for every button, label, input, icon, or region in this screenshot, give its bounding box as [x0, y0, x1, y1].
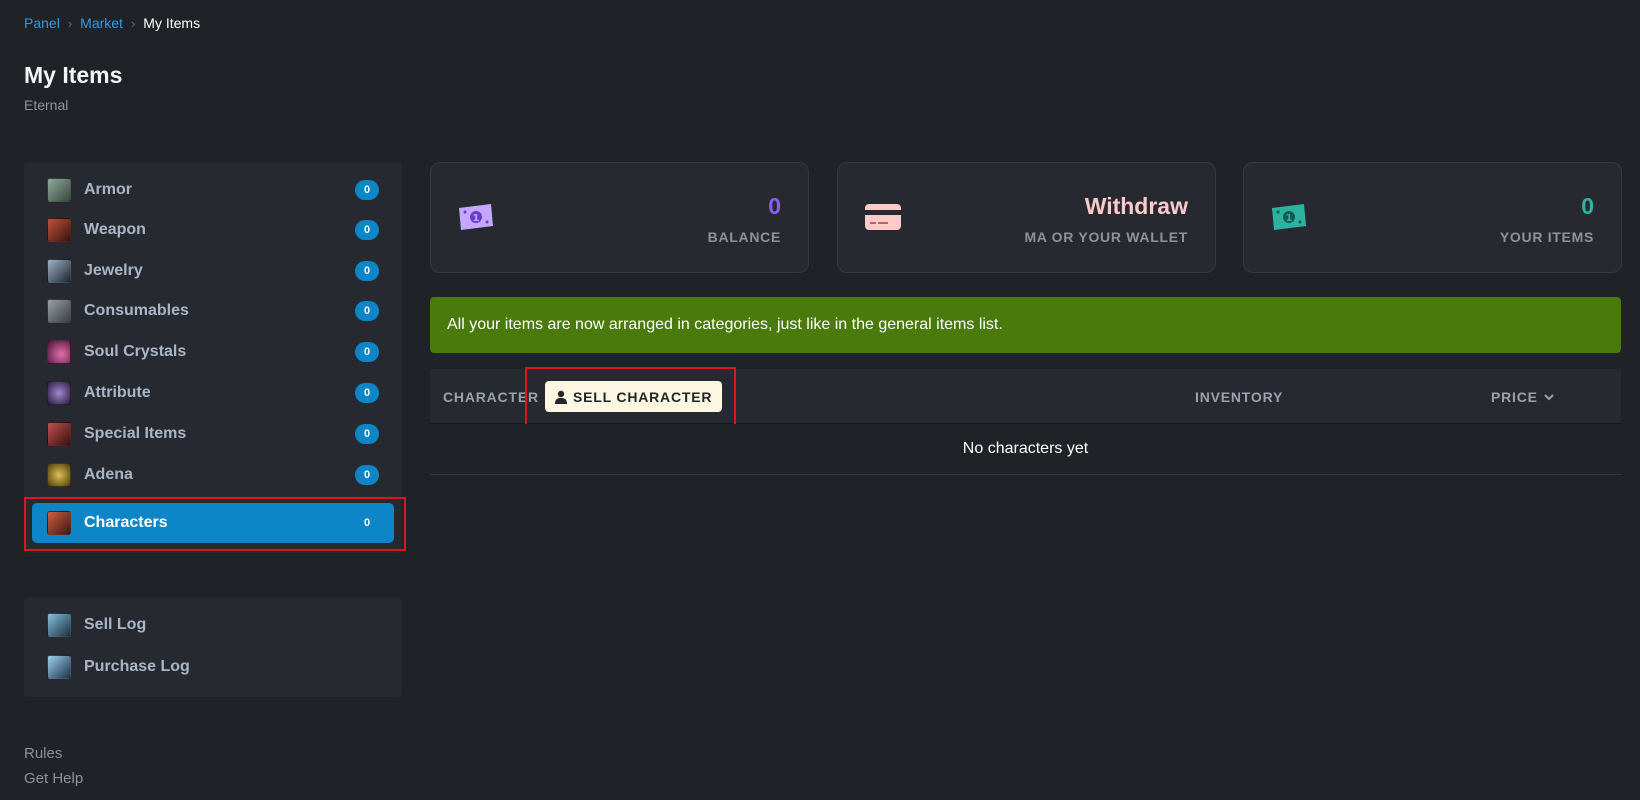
chevron-down-icon [1544, 393, 1554, 400]
count-badge: 0 [355, 465, 379, 485]
column-inventory: INVENTORY [1195, 389, 1284, 405]
category-sidebar: Armor 0 Weapon 0 Jewelry 0 Consumables 0… [24, 162, 402, 553]
withdraw-label: MA OR YOUR WALLET [1024, 229, 1188, 245]
credit-card-icon [865, 204, 901, 230]
get-help-link[interactable]: Get Help [24, 770, 83, 787]
user-icon [555, 390, 567, 404]
sidebar-item-jewelry[interactable]: Jewelry 0 [32, 251, 394, 291]
sidebar-item-weapon[interactable]: Weapon 0 [32, 210, 394, 250]
breadcrumb-panel-link[interactable]: Panel [24, 15, 60, 31]
page-subtitle: Eternal [24, 97, 69, 113]
column-price-sort[interactable]: PRICE [1491, 389, 1554, 405]
chevron-right-icon: › [130, 15, 136, 31]
sidebar-item-label: Adena [84, 466, 133, 483]
sidebar-item-armor[interactable]: Armor 0 [32, 170, 394, 210]
sidebar-item-label: Purchase Log [84, 658, 190, 675]
svg-text:1: 1 [1286, 213, 1293, 224]
count-badge: 0 [355, 301, 379, 321]
sidebar-item-label: Sell Log [84, 616, 147, 633]
sidebar-item-label: Soul Crystals [84, 343, 187, 360]
count-badge: 0 [355, 180, 379, 200]
info-alert: All your items are now arranged in categ… [430, 297, 1621, 353]
table-header: CHARACTER SELL CHARACTER INVENTORY PRICE [430, 369, 1621, 424]
your-items-card: 1 0 YOUR ITEMS [1243, 162, 1622, 273]
column-character: CHARACTER [443, 389, 539, 405]
attribute-icon [47, 381, 71, 405]
balance-label: BALANCE [707, 229, 781, 245]
adena-icon [47, 463, 71, 487]
empty-table-row: No characters yet [430, 424, 1621, 475]
page-title: My Items [24, 62, 123, 88]
soul-crystals-icon [47, 340, 71, 364]
your-items-label: YOUR ITEMS [1499, 229, 1594, 245]
sidebar-item-soul-crystals[interactable]: Soul Crystals 0 [32, 332, 394, 372]
balance-card: 1 0 BALANCE [430, 162, 809, 273]
consumables-icon [47, 299, 71, 323]
sidebar-item-label: Special Items [84, 425, 187, 442]
count-badge: 0 [355, 342, 379, 362]
jewelry-icon [47, 259, 71, 283]
sidebar-item-label: Weapon [84, 221, 146, 238]
money-icon: 1 [1272, 204, 1306, 230]
armor-icon [47, 178, 71, 202]
sidebar-item-purchase-log[interactable]: Purchase Log [32, 647, 394, 687]
svg-text:1: 1 [473, 213, 480, 224]
balance-value: 0 [768, 193, 781, 219]
sidebar-item-attribute[interactable]: Attribute 0 [32, 373, 394, 413]
sidebar-item-label: Consumables [84, 302, 189, 319]
chevron-right-icon: › [67, 15, 73, 31]
sell-log-icon [47, 613, 71, 637]
sell-character-label: SELL CHARACTER [573, 388, 713, 405]
column-price-label: PRICE [1491, 389, 1538, 405]
your-items-value: 0 [1581, 193, 1594, 219]
count-badge: 0 [363, 517, 371, 529]
count-badge: 0 [355, 424, 379, 444]
count-badge: 0 [355, 383, 379, 403]
withdraw-card[interactable]: Withdraw MA OR YOUR WALLET [837, 162, 1216, 273]
sidebar-item-label: Jewelry [84, 262, 143, 279]
breadcrumb-current: My Items [143, 15, 201, 31]
sidebar-item-special-items[interactable]: Special Items 0 [32, 414, 394, 454]
count-badge: 0 [355, 261, 379, 281]
sidebar-item-adena[interactable]: Adena 0 [32, 455, 394, 495]
characters-icon [47, 511, 71, 535]
breadcrumb-market-link[interactable]: Market [80, 15, 123, 31]
sidebar-item-characters[interactable]: Characters 0 [32, 503, 394, 543]
sidebar-item-label: Armor [84, 181, 133, 198]
money-icon: 1 [459, 204, 493, 230]
sidebar-item-sell-log[interactable]: Sell Log [32, 605, 394, 645]
sell-character-button[interactable]: SELL CHARACTER [545, 381, 723, 412]
special-items-icon [47, 422, 71, 446]
breadcrumb: Panel › Market › My Items [24, 15, 200, 31]
weapon-icon [47, 218, 71, 242]
log-sidebar: Sell Log Purchase Log [24, 598, 402, 697]
sidebar-item-label: Attribute [84, 384, 151, 401]
count-badge: 0 [355, 220, 379, 240]
withdraw-value[interactable]: Withdraw [1085, 193, 1188, 220]
rules-link[interactable]: Rules [24, 745, 62, 762]
sidebar-item-label: Characters [84, 514, 168, 531]
sidebar-item-consumables[interactable]: Consumables 0 [32, 291, 394, 331]
purchase-log-icon [47, 655, 71, 679]
